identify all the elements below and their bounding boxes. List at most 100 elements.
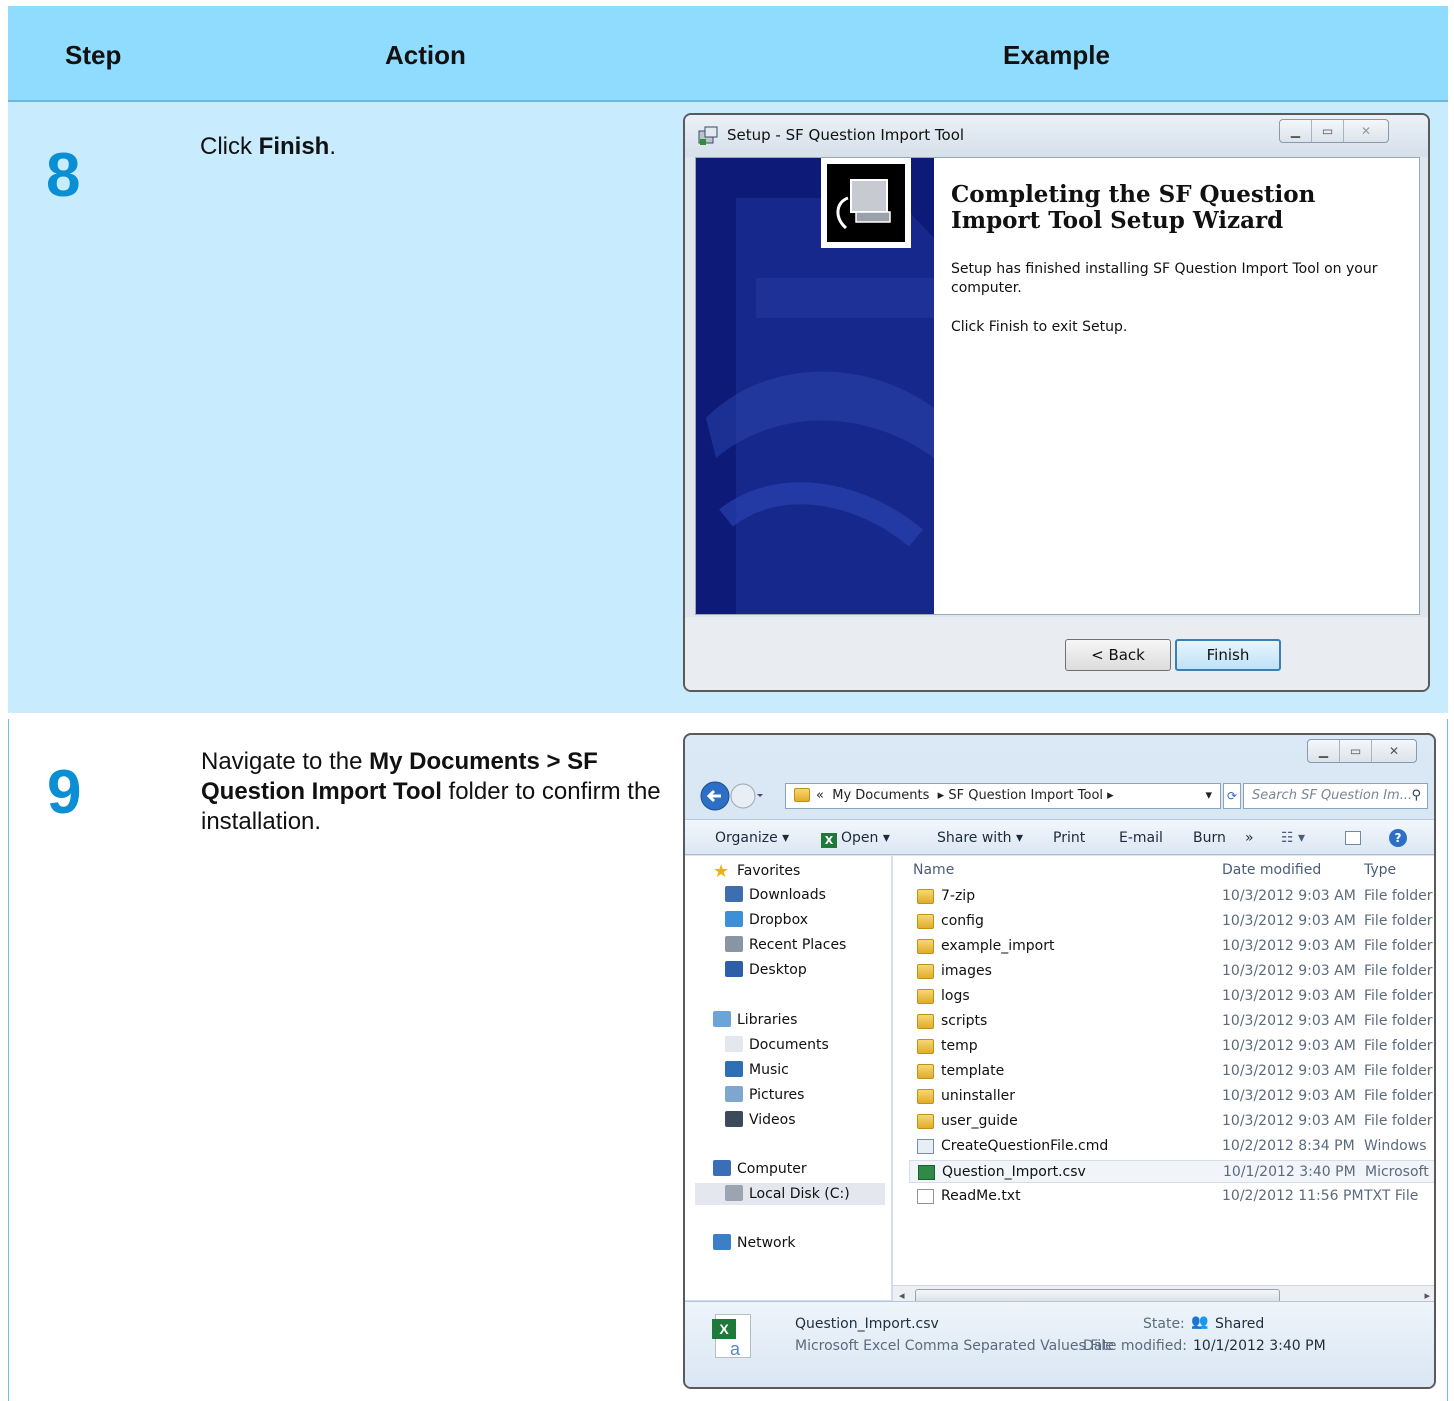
nav-libraries[interactable]: Libraries <box>713 1009 797 1031</box>
nav-item-music[interactable]: Music <box>725 1059 789 1081</box>
nav-item-recent-places[interactable]: Recent Places <box>725 934 846 956</box>
file-name: Question_Import.csv <box>942 1164 1086 1180</box>
address-bar[interactable]: « My Documents ▸ SF Question Import Tool… <box>785 783 1221 809</box>
file-type: File folder <box>1364 988 1433 1004</box>
back-button[interactable]: < Back <box>1065 639 1171 671</box>
help-icon[interactable]: ? <box>1389 829 1407 847</box>
file-row[interactable]: example_import 10/3/2012 9:03 AM File fold… <box>909 935 1434 958</box>
file-type: TXT File <box>1364 1188 1419 1204</box>
setup-app-icon <box>698 126 718 145</box>
address-crumb-sf-tool[interactable]: SF Question Import Tool <box>948 788 1103 803</box>
file-row[interactable]: config 10/3/2012 9:03 AM File folder <box>909 910 1434 933</box>
column-type[interactable]: Type <box>1364 862 1396 878</box>
wizard-body: Completing the SF Question Import Tool S… <box>695 157 1420 615</box>
file-row[interactable]: Question_Import.csv 10/1/2012 3:40 PM Micr… <box>909 1160 1434 1183</box>
file-name: logs <box>941 988 970 1004</box>
file-date-modified: 10/2/2012 11:56 PM <box>1222 1188 1364 1204</box>
nav-item-dropbox[interactable]: Dropbox <box>725 909 808 931</box>
setup-wizard-window: Setup - SF Question Import Tool ▁ ▭ ✕ Co… <box>683 113 1430 692</box>
burn-button[interactable]: Burn <box>1193 830 1226 846</box>
organize-button[interactable]: Organize ▾ <box>715 830 789 846</box>
search-input[interactable]: Search SF Question Im... ⚲ <box>1243 783 1428 809</box>
minimize-icon[interactable]: ▁ <box>1308 740 1340 762</box>
address-overflow[interactable]: « <box>816 788 824 803</box>
file-date-modified: 10/2/2012 8:34 PM <box>1222 1138 1355 1154</box>
step-9-action: Navigate to the My Documents > SF Questi… <box>201 747 681 837</box>
step-9-number: 9 <box>47 758 82 827</box>
file-row[interactable]: template 10/3/2012 9:03 AM File folder <box>909 1060 1434 1083</box>
file-row[interactable]: user_guide 10/3/2012 9:03 AM File folder <box>909 1110 1434 1133</box>
file-name: example_import <box>941 938 1055 954</box>
script-file-icon <box>917 1139 934 1154</box>
refresh-icon[interactable]: ⟳ <box>1223 783 1241 809</box>
file-name: config <box>941 913 984 929</box>
nav-item-label: Pictures <box>749 1087 805 1103</box>
navigation-pane: ★ Favorites Downloads Dropbox Recent Places… <box>685 856 892 1300</box>
file-name: 7-zip <box>941 888 976 904</box>
file-row[interactable]: 7-zip 10/3/2012 9:03 AM File folder <box>909 885 1434 908</box>
file-type: File folder <box>1364 1113 1433 1129</box>
file-date-modified: 10/3/2012 9:03 AM <box>1222 963 1356 979</box>
nav-item-videos[interactable]: Videos <box>725 1109 796 1131</box>
address-dropdown-icon[interactable]: ▾ <box>1205 784 1212 808</box>
file-row[interactable]: images 10/3/2012 9:03 AM File folder <box>909 960 1434 983</box>
nav-item-local-disk[interactable]: Local Disk (C:) <box>695 1183 885 1205</box>
excel-file-icon: Xa <box>712 1314 751 1359</box>
column-name[interactable]: Name <box>913 862 954 878</box>
email-button[interactable]: E-mail <box>1119 830 1163 846</box>
close-icon[interactable]: ✕ <box>1344 120 1388 142</box>
nav-network[interactable]: Network <box>713 1232 795 1254</box>
libraries-icon <box>713 1011 731 1027</box>
nav-item-label: Computer <box>737 1161 807 1177</box>
print-button[interactable]: Print <box>1053 830 1085 846</box>
nav-item-documents[interactable]: Documents <box>725 1034 829 1056</box>
text-file-icon <box>917 1189 934 1204</box>
file-date-modified: 10/1/2012 3:40 PM <box>1223 1164 1356 1180</box>
maximize-icon[interactable]: ▭ <box>1312 120 1344 142</box>
file-type: File folder <box>1364 1013 1433 1029</box>
wizard-footer: < Back Finish <box>685 617 1428 690</box>
file-row[interactable]: uninstaller 10/3/2012 9:03 AM File folder <box>909 1085 1434 1108</box>
open-button[interactable]: X Open ▾ <box>821 830 890 848</box>
file-type: File folder <box>1364 1088 1433 1104</box>
finish-button[interactable]: Finish <box>1175 639 1281 671</box>
folder-icon <box>794 788 810 802</box>
column-date-modified[interactable]: Date modified <box>1222 862 1321 878</box>
excel-icon: X <box>821 833 837 848</box>
network-icon <box>713 1234 731 1250</box>
file-name: uninstaller <box>941 1088 1016 1104</box>
maximize-icon[interactable]: ▭ <box>1340 740 1372 762</box>
file-row[interactable]: scripts 10/3/2012 9:03 AM File folder <box>909 1010 1434 1033</box>
nav-item-downloads[interactable]: Downloads <box>725 884 826 906</box>
more-commands-button[interactable]: » <box>1245 830 1254 846</box>
folder-icon <box>917 1114 934 1129</box>
folder-icon <box>917 1014 934 1029</box>
nav-favorites[interactable]: ★ Favorites <box>713 860 800 882</box>
nav-item-label: Local Disk (C:) <box>749 1186 850 1202</box>
file-row[interactable]: CreateQuestionFile.cmd 10/2/2012 8:34 PM W… <box>909 1135 1434 1158</box>
file-date-modified: 10/3/2012 9:03 AM <box>1222 1113 1356 1129</box>
wizard-heading: Completing the SF Question Import Tool S… <box>951 181 1316 234</box>
nav-item-label: Recent Places <box>749 937 847 953</box>
header-step: Step <box>65 40 122 70</box>
nav-computer[interactable]: Computer <box>713 1158 807 1180</box>
file-row[interactable]: ReadMe.txt 10/2/2012 11:56 PM TXT File <box>909 1185 1434 1208</box>
file-row[interactable]: temp 10/3/2012 9:03 AM File folder <box>909 1035 1434 1058</box>
nav-item-desktop[interactable]: Desktop <box>725 959 807 981</box>
close-icon[interactable]: ✕ <box>1372 740 1416 762</box>
step-8-action-end: . <box>329 133 337 160</box>
nav-item-label: Desktop <box>749 962 807 978</box>
address-crumb-my-documents[interactable]: My Documents <box>832 788 929 803</box>
file-row[interactable]: logs 10/3/2012 9:03 AM File folder <box>909 985 1434 1008</box>
minimize-icon[interactable]: ▁ <box>1280 120 1312 142</box>
folder-icon <box>917 889 934 904</box>
share-with-button[interactable]: Share with ▾ <box>937 830 1023 846</box>
search-icon[interactable]: ⚲ <box>1411 784 1421 808</box>
wizard-title: Setup - SF Question Import Tool <box>727 126 965 144</box>
view-options-icon[interactable]: ☷ ▾ <box>1281 830 1305 846</box>
preview-pane-icon[interactable] <box>1345 831 1361 845</box>
nav-item-pictures[interactable]: Pictures <box>725 1084 804 1106</box>
wizard-banner-art <box>706 158 934 614</box>
back-forward-icon[interactable] <box>699 779 763 813</box>
folder-icon <box>917 989 934 1004</box>
